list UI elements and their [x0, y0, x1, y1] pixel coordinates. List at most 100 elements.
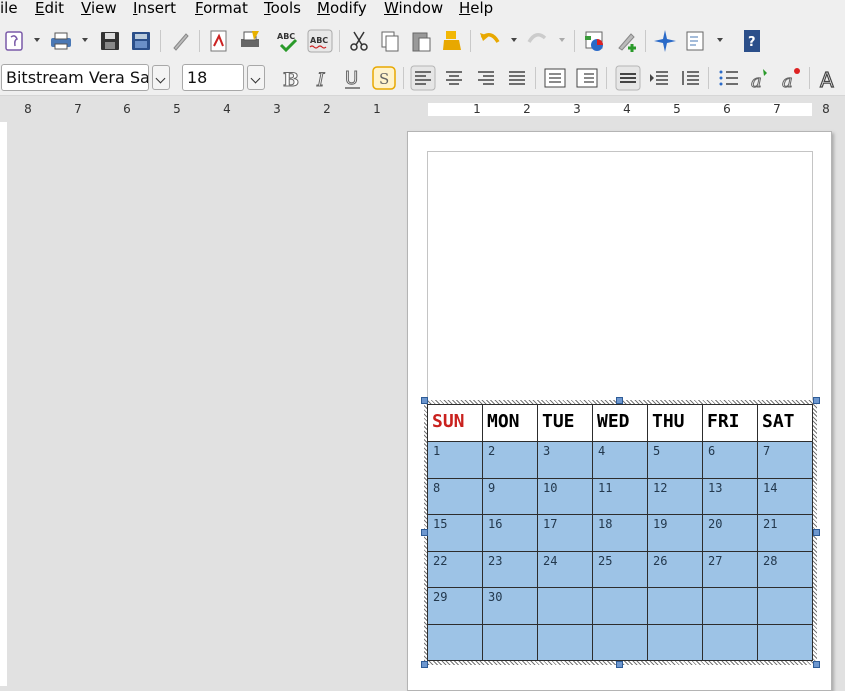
calendar-cell[interactable]: [427, 623, 483, 662]
selection-handle[interactable]: [813, 397, 820, 404]
paste-icon[interactable]: [408, 28, 434, 54]
calendar-cell[interactable]: 28: [757, 550, 813, 589]
styles-dropdown[interactable]: [34, 38, 40, 42]
day-header-sat[interactable]: SAT: [757, 403, 813, 443]
calendar-cell[interactable]: 24: [537, 550, 593, 589]
day-header-mon[interactable]: MON: [482, 403, 538, 443]
menu-tools[interactable]: Tools: [264, 0, 301, 16]
calendar-cell[interactable]: 12: [647, 477, 703, 516]
selection-handle[interactable]: [813, 661, 820, 668]
day-header-wed[interactable]: WED: [592, 403, 648, 443]
calendar-cell[interactable]: 10: [537, 477, 593, 516]
list-icon[interactable]: [716, 65, 742, 91]
calendar-cell[interactable]: [482, 623, 538, 662]
menu-insert[interactable]: Insert: [133, 0, 176, 16]
italic-icon[interactable]: I: [309, 65, 335, 92]
paragraph-spacing-icon[interactable]: [677, 65, 703, 91]
calendar-cell[interactable]: 20: [702, 514, 758, 552]
page-layout-icon[interactable]: [683, 28, 709, 54]
calendar-cell[interactable]: 15: [427, 514, 483, 552]
underline-icon[interactable]: U: [340, 65, 366, 91]
calendar-cell[interactable]: [702, 623, 758, 662]
highlight-icon[interactable]: a: [778, 65, 804, 91]
calendar-cell[interactable]: 21: [757, 514, 813, 552]
menu-help[interactable]: Help: [459, 0, 493, 16]
calendar-cell[interactable]: [592, 587, 648, 625]
calendar-cell[interactable]: 7: [757, 441, 813, 479]
bold-icon[interactable]: B: [278, 65, 304, 92]
calendar-cell[interactable]: [757, 623, 813, 662]
justify-icon[interactable]: [504, 65, 530, 91]
calendar-cell[interactable]: 29: [427, 587, 483, 625]
calendar-cell[interactable]: 2: [482, 441, 538, 479]
print-dropdown[interactable]: [82, 38, 88, 42]
undo-dropdown[interactable]: [511, 38, 517, 42]
calendar-cell[interactable]: [537, 623, 593, 662]
edit-pen-icon[interactable]: [168, 28, 194, 54]
save-all-icon[interactable]: [128, 28, 154, 54]
calendar-cell[interactable]: 5: [647, 441, 703, 479]
calendar-cell[interactable]: [647, 587, 703, 625]
page-layout-dropdown[interactable]: [717, 38, 723, 42]
save-icon[interactable]: [97, 28, 123, 54]
align-center-icon[interactable]: [441, 65, 467, 91]
calendar-cell[interactable]: [757, 587, 813, 625]
export-pdf-icon[interactable]: [206, 28, 232, 54]
calendar-cell[interactable]: 25: [592, 550, 648, 589]
calendar-cell[interactable]: 13: [702, 477, 758, 516]
calendar-cell[interactable]: 30: [482, 587, 538, 625]
navigator-icon[interactable]: [652, 28, 678, 54]
menu-edit[interactable]: Edit: [35, 0, 64, 16]
gallery-icon[interactable]: [614, 28, 640, 54]
bullets-icon[interactable]: [574, 65, 600, 91]
menu-format[interactable]: Format: [195, 0, 248, 16]
text-frame[interactable]: [427, 151, 813, 401]
font-color-icon[interactable]: a: [747, 65, 773, 91]
day-header-tue[interactable]: TUE: [537, 403, 593, 443]
character-icon[interactable]: A: [817, 65, 843, 91]
calendar-cell[interactable]: 8: [427, 477, 483, 516]
calendar-cell[interactable]: 1: [427, 441, 483, 479]
calendar-cell[interactable]: [702, 587, 758, 625]
styles-icon[interactable]: [2, 28, 28, 54]
font-name-dropdown[interactable]: [152, 65, 170, 90]
clone-format-icon[interactable]: [439, 28, 465, 54]
menu-modify[interactable]: Modify: [317, 0, 367, 16]
calendar-cell[interactable]: 22: [427, 550, 483, 589]
selection-handle[interactable]: [616, 661, 623, 668]
selection-handle[interactable]: [616, 397, 623, 404]
calendar-cell[interactable]: 11: [592, 477, 648, 516]
autospell-icon[interactable]: ABC: [307, 28, 333, 54]
font-size-dropdown[interactable]: [247, 65, 265, 90]
calendar-cell[interactable]: 4: [592, 441, 648, 479]
calendar-cell[interactable]: 17: [537, 514, 593, 552]
calendar-cell[interactable]: 6: [702, 441, 758, 479]
decrease-indent-icon[interactable]: [646, 65, 672, 91]
calendar-cell[interactable]: 18: [592, 514, 648, 552]
numbering-icon[interactable]: [542, 65, 568, 91]
calendar-cell[interactable]: 16: [482, 514, 538, 552]
selection-handle[interactable]: [813, 529, 820, 536]
align-left-icon[interactable]: [410, 65, 436, 91]
vertical-ruler[interactable]: [0, 122, 7, 686]
day-header-thu[interactable]: THU: [647, 403, 703, 443]
font-size-box[interactable]: 18: [182, 64, 244, 91]
undo-icon[interactable]: [477, 28, 503, 54]
calendar-cell[interactable]: [537, 587, 593, 625]
calendar-cell[interactable]: 26: [647, 550, 703, 589]
copy-icon[interactable]: [377, 28, 403, 54]
print-direct-icon[interactable]: [237, 28, 263, 54]
day-header-fri[interactable]: FRI: [702, 403, 758, 443]
calendar-cell[interactable]: 23: [482, 550, 538, 589]
calendar-cell[interactable]: 19: [647, 514, 703, 552]
calendar-cell[interactable]: 9: [482, 477, 538, 516]
calendar-cell[interactable]: [647, 623, 703, 662]
calendar-cell[interactable]: 14: [757, 477, 813, 516]
help-icon[interactable]: ?: [739, 28, 765, 54]
calendar-cell[interactable]: [592, 623, 648, 662]
menu-file[interactable]: ile: [0, 0, 18, 16]
chart-icon[interactable]: [582, 28, 608, 54]
increase-indent-icon[interactable]: [615, 65, 641, 91]
shadow-icon[interactable]: S: [371, 65, 397, 91]
spellcheck-icon[interactable]: ABC: [275, 28, 301, 54]
